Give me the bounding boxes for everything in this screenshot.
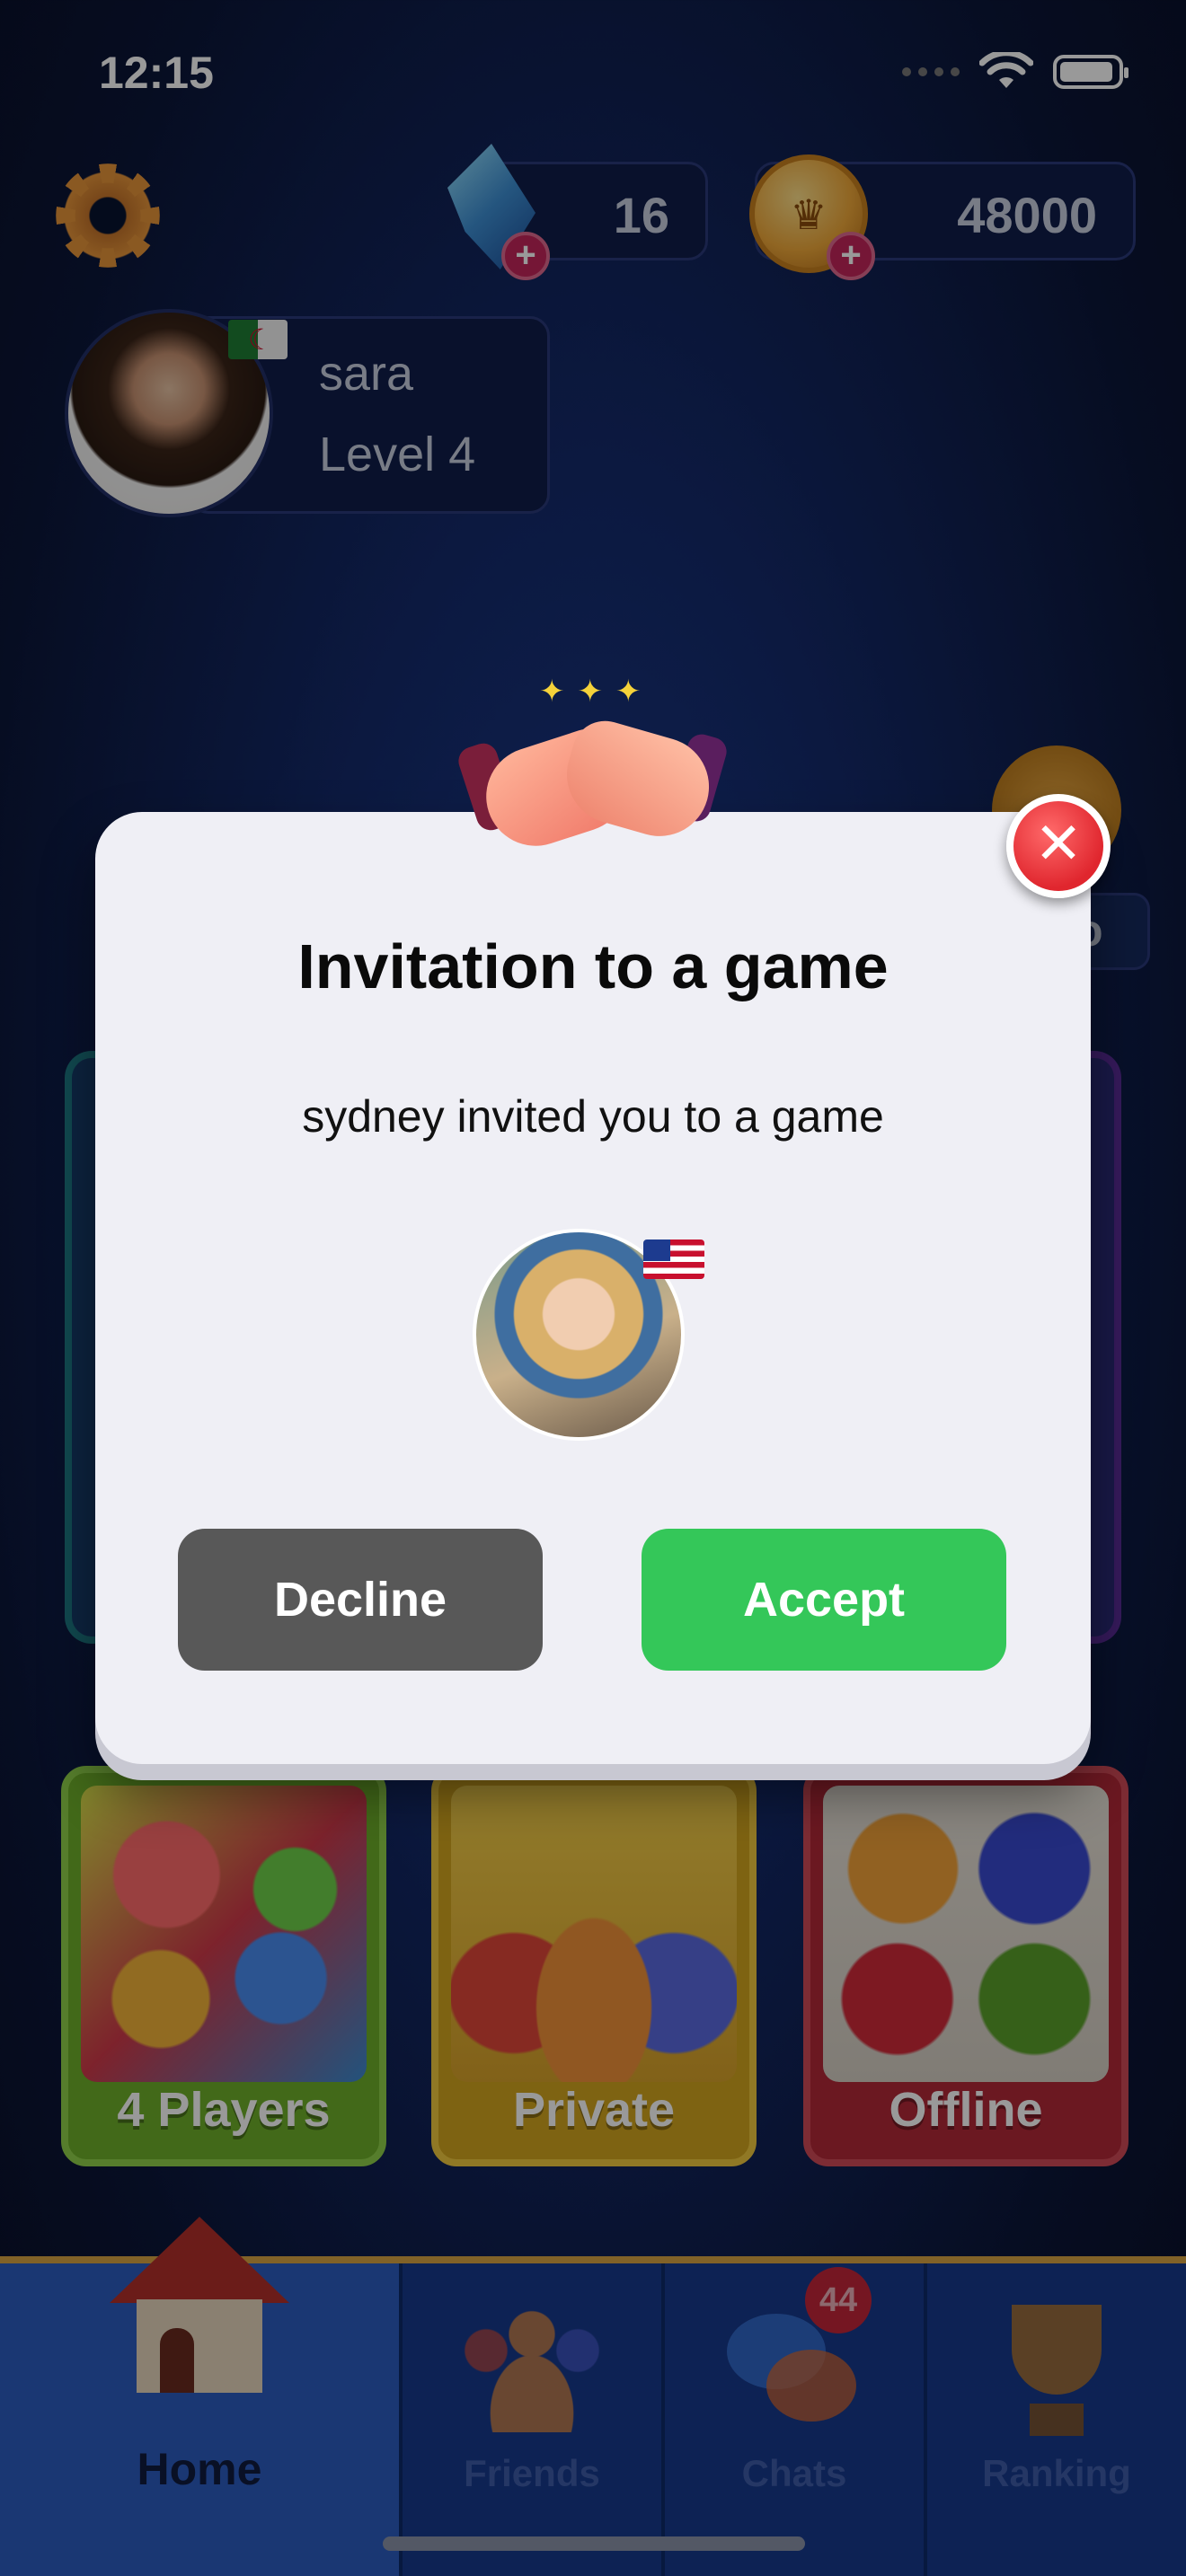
handshake-icon: [455, 668, 730, 884]
close-icon[interactable]: ✕: [1006, 794, 1111, 898]
accept-button[interactable]: Accept: [642, 1529, 1006, 1671]
dialog-title: Invitation to a game: [297, 931, 889, 1001]
dialog-message: sydney invited you to a game: [302, 1091, 884, 1142]
usa-flag-icon: [643, 1239, 704, 1279]
invitation-dialog: Invitation to a game sydney invited you …: [95, 812, 1091, 1764]
decline-button[interactable]: Decline: [178, 1529, 543, 1671]
